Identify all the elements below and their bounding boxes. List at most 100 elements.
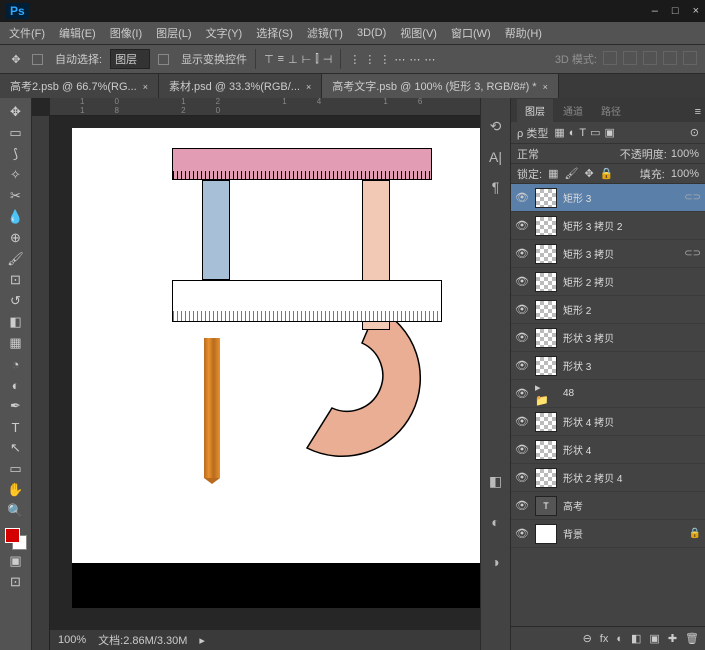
layer-name[interactable]: 矩形 3 拷贝: [563, 246, 678, 261]
mode3d-icon[interactable]: [623, 51, 637, 65]
doc-tab-active[interactable]: 高考文字.psb @ 100% (矩形 3, RGB/8#) *×: [322, 74, 559, 98]
minimize-icon[interactable]: –: [652, 5, 658, 17]
adjustment-icon[interactable]: ◧: [631, 632, 641, 645]
align-vcenter-icon[interactable]: ≡: [278, 53, 284, 66]
lock-all-icon[interactable]: 🔒: [600, 167, 614, 180]
panel-menu-icon[interactable]: ≡: [691, 102, 705, 122]
menu-window[interactable]: 窗口(W): [446, 23, 496, 43]
layer-row[interactable]: 👁▸ 📁48: [511, 380, 705, 408]
menu-help[interactable]: 帮助(H): [500, 23, 547, 43]
visibility-icon[interactable]: 👁: [515, 527, 529, 540]
visibility-icon[interactable]: 👁: [515, 331, 529, 344]
blur-tool[interactable]: ◔: [4, 354, 28, 374]
screenmode-tool[interactable]: ⊡: [4, 572, 28, 592]
layer-name[interactable]: 形状 4 拷贝: [563, 414, 695, 429]
dist-icon[interactable]: ⋮: [364, 53, 375, 66]
align-bottom-icon[interactable]: ⊥: [288, 53, 298, 66]
filter-text-icon[interactable]: T: [579, 127, 586, 139]
type-tool[interactable]: T: [4, 417, 28, 437]
menu-select[interactable]: 选择(S): [251, 23, 298, 43]
menu-file[interactable]: 文件(F): [4, 23, 50, 43]
kind-filter[interactable]: ρ 类型: [517, 125, 548, 141]
layer-name[interactable]: 48: [563, 388, 695, 399]
eraser-tool[interactable]: ◧: [4, 312, 28, 332]
move-tool[interactable]: ✥: [4, 102, 28, 122]
layer-row[interactable]: 👁矩形 2: [511, 296, 705, 324]
brush-tool[interactable]: 🖌: [4, 249, 28, 269]
align-right-icon[interactable]: ⊣: [323, 53, 333, 66]
shape-tool[interactable]: ▭: [4, 459, 28, 479]
mode3d-icon[interactable]: [663, 51, 677, 65]
opacity-value[interactable]: 100%: [671, 148, 699, 160]
mode3d-icon[interactable]: [643, 51, 657, 65]
link-layers-icon[interactable]: ⊖: [583, 632, 592, 645]
history-panel-icon[interactable]: ⟲: [490, 118, 502, 135]
swatches-panel-icon[interactable]: ◐: [491, 514, 499, 530]
gradient-tool[interactable]: ▦: [4, 333, 28, 353]
autoselect-checkbox[interactable]: [32, 54, 43, 65]
color-panel-icon[interactable]: ◧: [489, 473, 502, 490]
layer-name[interactable]: 矩形 3 拷贝 2: [563, 218, 695, 233]
showtransform-checkbox[interactable]: [158, 54, 169, 65]
align-left-icon[interactable]: ⊢: [302, 53, 312, 66]
canvas[interactable]: [72, 128, 480, 608]
dist-icon[interactable]: ⋮: [349, 53, 360, 66]
eyedropper-tool[interactable]: 💧: [4, 207, 28, 227]
layer-name[interactable]: 形状 2 拷贝 4: [563, 470, 695, 485]
filter-adj-icon[interactable]: ◐: [569, 127, 576, 139]
visibility-icon[interactable]: 👁: [515, 471, 529, 484]
mode3d-icon[interactable]: [683, 51, 697, 65]
align-hcenter-icon[interactable]: ⫿: [315, 53, 319, 66]
dist-icon[interactable]: ⋯: [394, 53, 405, 66]
visibility-icon[interactable]: 👁: [515, 303, 529, 316]
tab-paths[interactable]: 路径: [593, 99, 629, 122]
menu-3d[interactable]: 3D(D): [352, 25, 391, 41]
lock-trans-icon[interactable]: ▦: [548, 167, 558, 180]
crop-tool[interactable]: ✂: [4, 186, 28, 206]
visibility-icon[interactable]: 👁: [515, 191, 529, 204]
layer-name[interactable]: 矩形 2 拷贝: [563, 274, 695, 289]
maximize-icon[interactable]: □: [672, 5, 679, 17]
group-icon[interactable]: ▣: [649, 632, 659, 645]
zoom-tool[interactable]: 🔍: [4, 501, 28, 521]
layer-row[interactable]: 👁矩形 3⊂⊃: [511, 184, 705, 212]
layer-row[interactable]: 👁形状 4: [511, 436, 705, 464]
layer-row[interactable]: 👁 形状 2 拷贝 4: [511, 464, 705, 492]
filter-toggle[interactable]: ⊙: [690, 126, 699, 139]
visibility-icon[interactable]: 👁: [515, 275, 529, 288]
wand-tool[interactable]: ✧: [4, 165, 28, 185]
layer-row[interactable]: 👁 形状 4 拷贝: [511, 408, 705, 436]
zoom-level[interactable]: 100%: [58, 634, 86, 646]
dist-icon[interactable]: ⋯: [409, 53, 420, 66]
mode3d-icon[interactable]: [603, 51, 617, 65]
layer-name[interactable]: 矩形 3: [563, 190, 678, 205]
filter-shape-icon[interactable]: ▭: [590, 126, 600, 139]
visibility-icon[interactable]: 👁: [515, 247, 529, 260]
close-tab-icon[interactable]: ×: [306, 82, 311, 92]
menu-layer[interactable]: 图层(L): [151, 23, 196, 43]
marquee-tool[interactable]: ▭: [4, 123, 28, 143]
styles-panel-icon[interactable]: ◑: [491, 554, 499, 570]
menu-edit[interactable]: 编辑(E): [54, 23, 101, 43]
visibility-icon[interactable]: 👁: [515, 443, 529, 456]
filter-pixel-icon[interactable]: ▦: [554, 126, 564, 139]
align-top-icon[interactable]: ⊤: [264, 53, 274, 66]
visibility-icon[interactable]: 👁: [515, 415, 529, 428]
layer-name[interactable]: 背景: [563, 526, 683, 541]
visibility-icon[interactable]: 👁: [515, 499, 529, 512]
path-tool[interactable]: ↖: [4, 438, 28, 458]
dist-icon[interactable]: ⋮: [379, 53, 390, 66]
menu-type[interactable]: 文字(Y): [201, 23, 248, 43]
menu-view[interactable]: 视图(V): [395, 23, 442, 43]
close-tab-icon[interactable]: ×: [143, 82, 148, 92]
layer-name[interactable]: 形状 3: [563, 358, 695, 373]
layer-row[interactable]: 👁 矩形 3 拷贝 2: [511, 212, 705, 240]
heal-tool[interactable]: ⊕: [4, 228, 28, 248]
dodge-tool[interactable]: ◐: [4, 375, 28, 395]
doc-tab[interactable]: 素材.psd @ 33.3%(RGB/...×: [159, 74, 322, 98]
status-arrow-icon[interactable]: ▸: [199, 634, 205, 647]
layer-row[interactable]: 👁形状 3: [511, 352, 705, 380]
fx-icon[interactable]: fx: [600, 633, 609, 645]
blend-mode[interactable]: 正常: [517, 146, 577, 162]
visibility-icon[interactable]: 👁: [515, 219, 529, 232]
